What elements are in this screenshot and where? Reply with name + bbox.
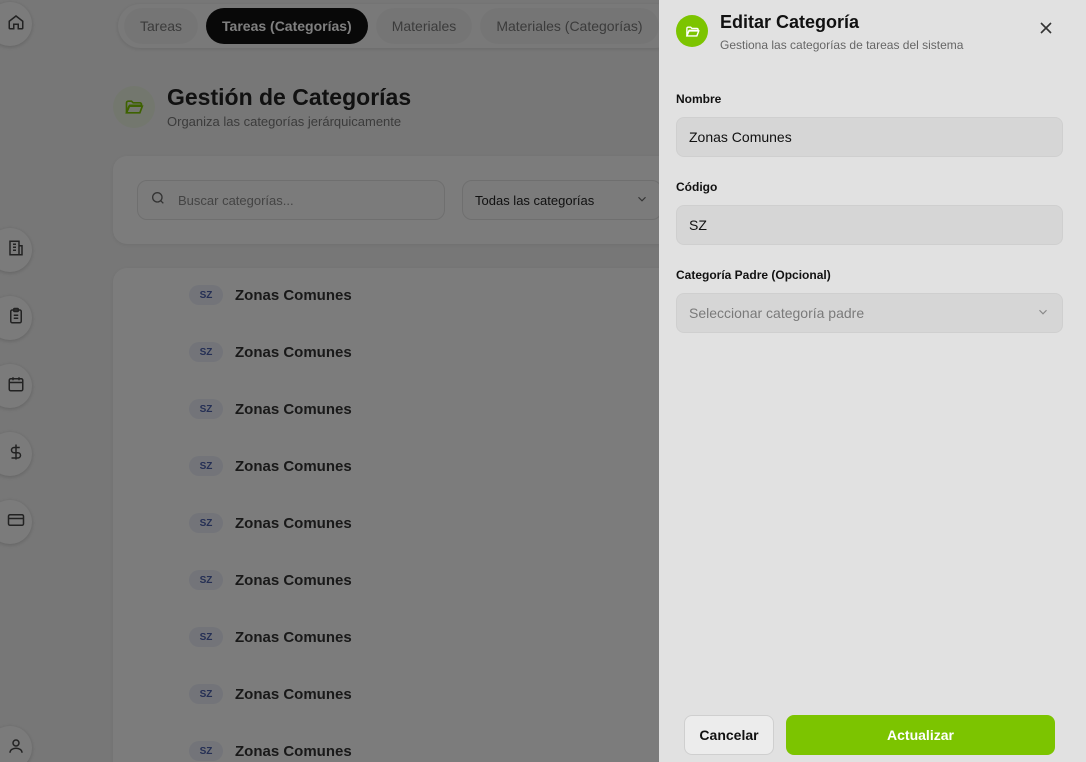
update-button[interactable]: Actualizar bbox=[786, 715, 1055, 755]
name-label: Nombre bbox=[676, 92, 722, 106]
name-input[interactable] bbox=[689, 129, 1050, 145]
code-label: Código bbox=[676, 180, 718, 194]
cancel-button[interactable]: Cancelar bbox=[684, 715, 774, 755]
parent-category-select[interactable]: Seleccionar categoría padre bbox=[676, 293, 1063, 333]
drawer-title: Editar Categoría bbox=[720, 12, 860, 32]
name-field bbox=[676, 117, 1063, 157]
close-icon bbox=[1040, 21, 1052, 39]
drawer-header: Editar Categoría Gestiona las categorías… bbox=[676, 12, 963, 52]
parent-category-label: Categoría Padre (Opcional) bbox=[676, 268, 831, 282]
drawer-subtitle: Gestiona las categorías de tareas del si… bbox=[720, 38, 964, 52]
code-field bbox=[676, 205, 1063, 245]
chevron-down-icon bbox=[1036, 305, 1050, 322]
close-button[interactable] bbox=[1036, 20, 1056, 40]
code-input[interactable] bbox=[689, 217, 1050, 233]
parent-category-placeholder: Seleccionar categoría padre bbox=[689, 305, 865, 321]
edit-category-drawer: Editar Categoría Gestiona las categorías… bbox=[659, 0, 1086, 762]
folder-open-icon bbox=[676, 15, 708, 47]
